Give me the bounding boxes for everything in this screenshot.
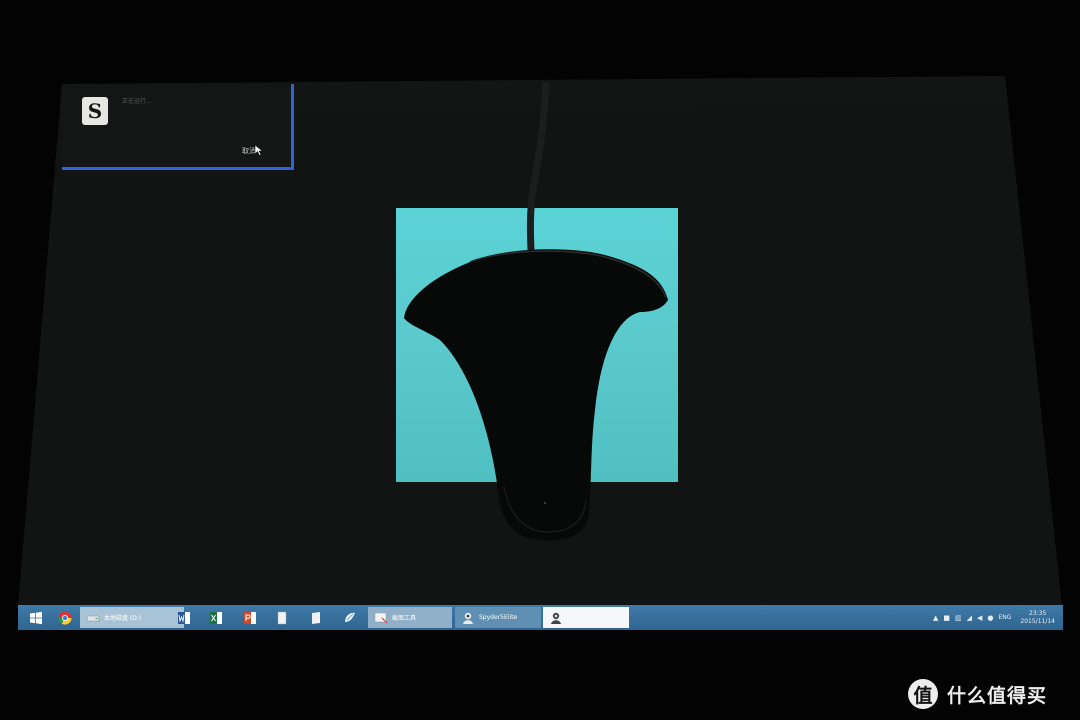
- signal-icon[interactable]: ◢: [967, 614, 972, 622]
- taskbar-chrome[interactable]: [52, 607, 78, 628]
- taskbar: 本地磁盘 (D:) 截图工具 Spyder5Elite ▲ ■ ▥ ◢ ◀ ● …: [18, 605, 1063, 630]
- taskbar-word[interactable]: [172, 607, 196, 628]
- excel-icon: [210, 611, 222, 624]
- spyder-icon: [551, 612, 561, 624]
- taskbar-notepad[interactable]: [270, 607, 294, 628]
- site-watermark: 值 什么值得买: [908, 676, 1047, 712]
- show-hidden-icons-icon[interactable]: ▲: [933, 614, 938, 622]
- system-tray: ▲ ■ ▥ ◢ ◀ ● ENG 23:35 2015/11/14: [933, 607, 1055, 628]
- network-icon[interactable]: ▥: [955, 614, 962, 622]
- start-button[interactable]: [24, 607, 48, 628]
- word-icon: [178, 611, 190, 624]
- taskbar-spyder[interactable]: Spyder5Elite: [455, 607, 541, 628]
- watermark-text: 什么值得买: [947, 684, 1048, 707]
- volume-icon[interactable]: ◀: [977, 614, 982, 622]
- drive-icon: [86, 615, 100, 621]
- action-center-icon[interactable]: ■: [943, 614, 950, 622]
- toast-message: 正在运行…: [122, 98, 153, 105]
- taskbar-spyder-label: Spyder5Elite: [479, 614, 518, 621]
- notification-toast: S 正在运行… 取消: [62, 84, 294, 170]
- calibration-color-patch: [396, 208, 678, 482]
- notepad-icon: [277, 611, 287, 624]
- taskbar-file-explorer[interactable]: 本地磁盘 (D:): [80, 607, 184, 628]
- watermark-logo-icon: 值: [908, 679, 938, 709]
- taskbar-screenshot-tool[interactable]: 截图工具: [368, 607, 452, 628]
- taskbar-files[interactable]: [304, 607, 328, 628]
- files-icon: [312, 611, 320, 624]
- powerpoint-icon: [244, 611, 256, 624]
- language-indicator[interactable]: ENG: [998, 614, 1011, 621]
- input-method-icon[interactable]: ●: [987, 614, 993, 622]
- spyder-icon: [463, 612, 473, 624]
- taskbar-active-window[interactable]: [543, 607, 629, 628]
- paint-icon: [345, 612, 355, 622]
- clock-date: 2015/11/14: [1020, 617, 1055, 625]
- taskbar-tool-label: 截图工具: [392, 615, 417, 622]
- clock-time: 23:35: [1029, 609, 1047, 617]
- taskbar-clock[interactable]: 23:35 2015/11/14: [1020, 610, 1055, 626]
- mouse-cursor-icon: [254, 144, 264, 156]
- spyder-app-icon: S: [82, 97, 108, 125]
- photo-background: S 正在运行… 取消 本地磁盘 (D:) 截图工具 Spyder5Elite ▲…: [0, 0, 1080, 720]
- taskbar-explorer-label: 本地磁盘 (D:): [104, 615, 142, 622]
- taskbar-excel[interactable]: [204, 607, 228, 628]
- windows-logo-icon: [30, 611, 42, 624]
- taskbar-paint[interactable]: [338, 607, 362, 628]
- screenshot-tool-icon: [374, 612, 388, 623]
- chrome-icon: [58, 611, 72, 624]
- taskbar-powerpoint[interactable]: [238, 607, 262, 628]
